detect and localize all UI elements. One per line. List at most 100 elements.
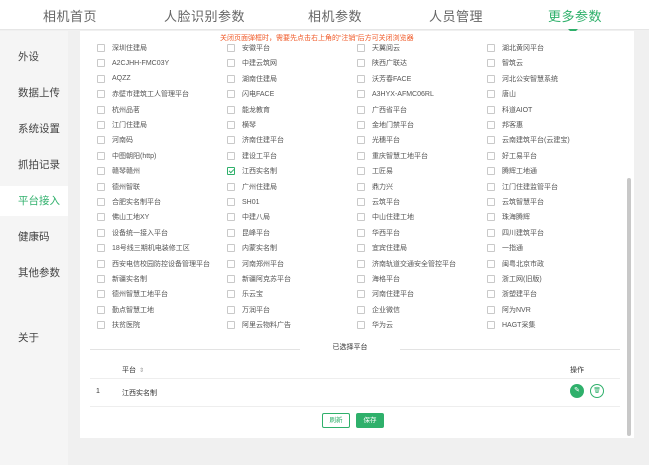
platform-checkbox[interactable] [227,105,235,114]
platform-option[interactable]: 德州智慧工地平台 [97,286,168,302]
platform-checkbox[interactable] [97,305,105,314]
platform-option[interactable]: 万润平台 [227,302,270,318]
platform-checkbox[interactable] [357,136,365,145]
sidebar-item-about[interactable]: 关于 [0,325,68,351]
platform-checkbox[interactable] [357,305,365,314]
tab-more-params[interactable]: 更多参数 [548,6,602,25]
platform-checkbox[interactable] [97,275,105,283]
platform-option[interactable]: 工匠易 [357,163,393,179]
platform-option[interactable]: 湖南住建局 [227,71,277,87]
platform-checkbox[interactable] [227,259,235,268]
column-header-platform[interactable]: 平台 ⇕ [122,365,144,375]
platform-option[interactable]: 河南郑州平台 [227,256,284,272]
platform-checkbox[interactable] [357,244,365,253]
platform-option[interactable]: 鼎力兴 [357,179,393,195]
platform-option[interactable]: 阿里云物料广告 [227,317,291,333]
delete-button[interactable]: 🗑 [590,384,604,398]
platform-checkbox[interactable] [487,290,495,299]
platform-checkbox[interactable] [227,151,235,160]
sort-icon[interactable]: ⇕ [139,368,144,374]
platform-option[interactable]: 华为云 [357,317,393,333]
platform-option[interactable]: 浙工网(旧版) [487,271,542,287]
sidebar-item-system-settings[interactable]: 系统设置 [0,116,68,142]
platform-option[interactable]: 科道AIOT [487,102,532,118]
platform-checkbox[interactable] [487,198,495,206]
platform-option[interactable]: 河南码 [97,132,133,148]
platform-checkbox[interactable] [357,121,365,129]
platform-checkbox[interactable] [487,59,495,68]
platform-option[interactable]: 重庆智慧工地平台 [357,148,428,164]
platform-option[interactable]: 天翼阅云 [357,40,400,56]
platform-checkbox[interactable] [227,244,235,253]
sidebar-item-other-params[interactable]: 其他参数 [0,260,68,286]
platform-option[interactable]: 智筑云 [487,55,523,71]
platform-option[interactable]: 闽粤北京市政 [487,256,544,272]
platform-option[interactable]: 勤点智慧工地 [97,302,154,318]
platform-checkbox[interactable] [227,321,235,330]
platform-option[interactable]: 安徽平台 [227,40,270,56]
platform-option[interactable]: 佛山工地XY [97,209,149,225]
platform-checkbox[interactable] [487,44,495,52]
platform-checkbox[interactable] [357,105,365,114]
platform-checkbox[interactable] [227,198,235,206]
platform-option[interactable]: 宜宾住建局 [357,240,407,256]
platform-option[interactable]: 广州住建局 [227,179,277,195]
platform-option[interactable]: 济南轨道交通安全管控平台 [357,256,456,272]
tab-face-recognition-params[interactable]: 人脸识别参数 [164,6,245,25]
platform-option[interactable]: 西安电信校园防控设备管理平台 [97,256,210,272]
platform-checkbox[interactable] [487,136,495,145]
refresh-button[interactable]: 刷新 [322,413,350,428]
platform-option[interactable]: 中建八局 [227,209,270,225]
platform-checkbox[interactable] [97,182,105,191]
platform-checkbox[interactable] [487,105,495,114]
tab-camera-home[interactable]: 相机首页 [43,6,97,25]
platform-checkbox[interactable] [357,198,365,206]
platform-checkbox[interactable] [227,275,235,283]
platform-checkbox[interactable] [357,290,365,299]
platform-option[interactable]: 沃芳春FACE [357,71,411,87]
sidebar-item-health-code[interactable]: 健康码 [0,224,68,250]
platform-option[interactable]: 四川建筑平台 [487,225,544,241]
platform-checkbox[interactable] [227,90,235,99]
platform-option[interactable]: 阿为NVR [487,302,531,318]
platform-option[interactable]: 广西省平台 [357,102,407,118]
platform-option[interactable]: 内蒙实名制 [227,240,277,256]
platform-checkbox[interactable] [97,59,105,68]
platform-option[interactable]: 赤壁市建筑工人管理平台 [97,86,189,102]
save-button[interactable]: 保存 [356,413,384,428]
platform-checkbox[interactable] [97,90,105,99]
sidebar-item-peripherals[interactable]: 外设 [0,44,68,70]
platform-checkbox[interactable] [357,90,365,99]
platform-option[interactable]: 设备统一接入平台 [97,225,168,241]
sidebar-item-platform-access[interactable]: 平台接入 [0,186,68,216]
platform-checkbox[interactable] [227,44,235,52]
platform-checkbox[interactable] [227,136,235,145]
platform-checkbox[interactable] [487,151,495,160]
platform-option[interactable]: 金地门禁平台 [357,117,414,133]
platform-checkbox[interactable] [357,182,365,191]
sidebar-item-data-upload[interactable]: 数据上传 [0,80,68,106]
platform-checkbox[interactable] [487,244,495,253]
tab-personnel-management[interactable]: 人员管理 [429,6,483,25]
platform-checkbox[interactable] [227,182,235,191]
platform-option[interactable]: 乐云宝 [227,286,263,302]
platform-option[interactable]: 光穗平台 [357,132,400,148]
platform-checkbox[interactable] [97,213,105,222]
platform-checkbox[interactable] [487,182,495,191]
platform-checkbox[interactable] [357,228,365,237]
list-scrollbar[interactable] [627,178,631,436]
platform-option[interactable]: 18号线三期机电装修工区 [97,240,190,256]
platform-option[interactable]: AQZZ [97,71,131,87]
platform-checkbox[interactable] [227,305,235,314]
platform-checkbox[interactable] [357,213,365,222]
platform-checkbox[interactable] [97,198,105,206]
platform-checkbox[interactable] [357,275,365,283]
platform-option[interactable]: 赣琴赣州 [97,163,140,179]
platform-option[interactable]: 好工易平台 [487,148,537,164]
platform-checkbox[interactable] [487,74,495,83]
platform-checkbox[interactable] [487,213,495,222]
platform-checkbox[interactable] [97,167,105,176]
platform-checkbox[interactable] [227,74,235,83]
platform-checkbox[interactable] [357,167,365,176]
platform-option[interactable]: 珠海腾辉 [487,209,530,225]
